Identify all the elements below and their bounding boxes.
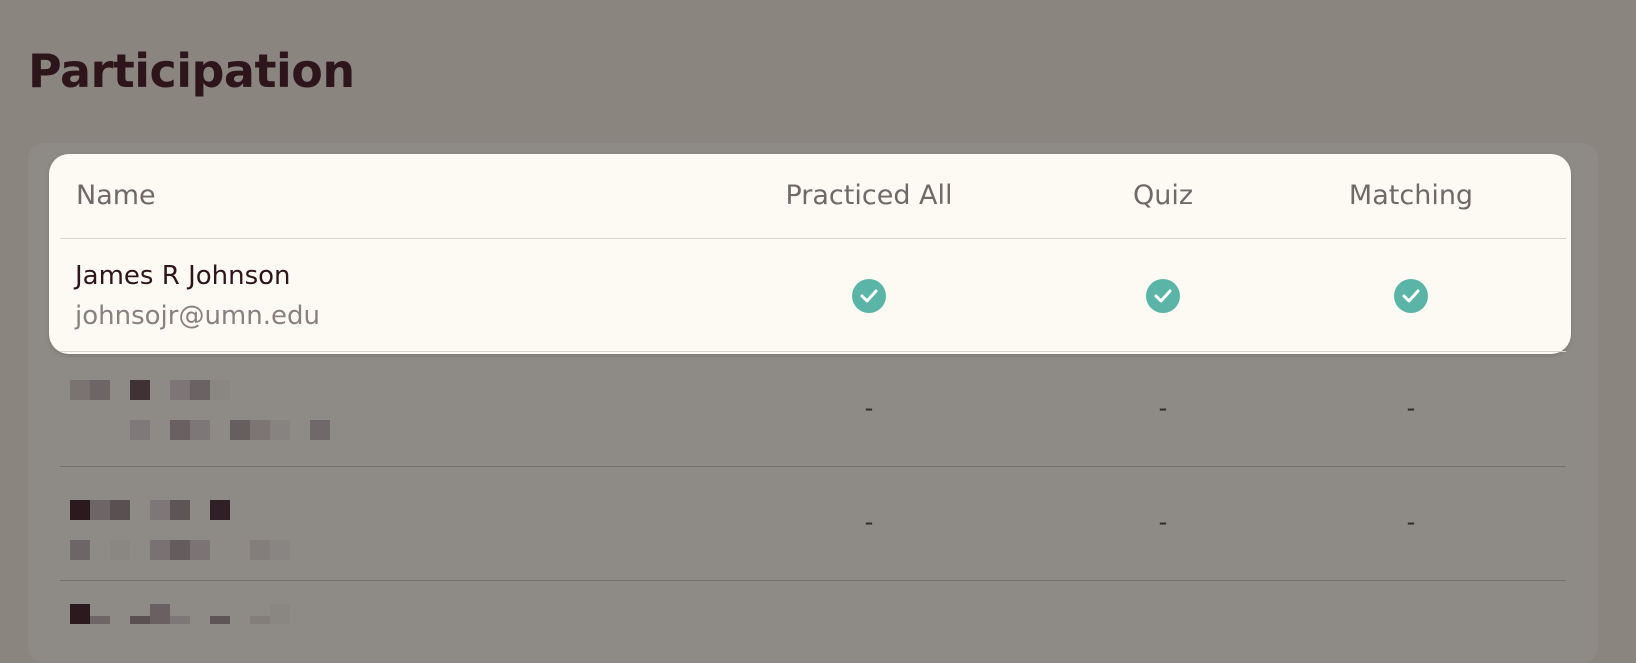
quiz-status: - <box>1158 394 1168 422</box>
practiced-all-status: - <box>864 394 874 422</box>
check-icon <box>1146 279 1180 313</box>
matching-status: - <box>1406 508 1416 536</box>
column-header-practiced-all[interactable]: Practiced All <box>785 180 952 211</box>
check-icon <box>1394 279 1428 313</box>
column-header-matching[interactable]: Matching <box>1349 180 1473 211</box>
row-divider <box>60 351 1566 352</box>
column-header-quiz[interactable]: Quiz <box>1133 180 1193 211</box>
student-email: johnsojr@umn.edu <box>75 301 320 331</box>
column-header-name[interactable]: Name <box>76 180 156 211</box>
header-divider <box>60 238 1566 239</box>
matching-status: - <box>1406 394 1416 422</box>
row-divider <box>60 580 1566 581</box>
student-name: James R Johnson <box>75 261 291 291</box>
practiced-all-status: - <box>864 508 874 536</box>
row-divider <box>60 466 1566 467</box>
quiz-status: - <box>1158 508 1168 536</box>
page-title: Participation <box>28 44 355 98</box>
check-icon <box>852 279 886 313</box>
